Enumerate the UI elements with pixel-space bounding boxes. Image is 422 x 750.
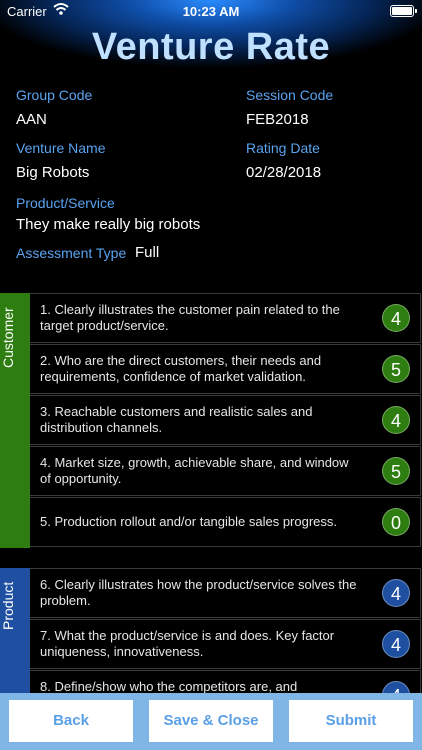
rating-date-label: Rating Date xyxy=(246,140,320,156)
criteria-text: 1. Clearly illustrates the customer pain… xyxy=(40,302,340,333)
customer-tab: Customer xyxy=(0,293,30,548)
criteria-text: 4. Market size, growth, achievable share… xyxy=(40,455,349,486)
footer-toolbar: Back Save & Close Submit xyxy=(0,693,422,750)
score-badge[interactable]: 4 xyxy=(382,630,410,658)
customer-tab-label: Customer xyxy=(0,307,16,369)
product-tab: Product xyxy=(0,568,30,693)
criteria-row-6[interactable]: 6. Clearly illustrates how the product/s… xyxy=(30,568,421,618)
product-section: Product 6. Clearly illustrates how the p… xyxy=(0,568,422,693)
score-badge[interactable]: 4 xyxy=(382,304,410,332)
group-code-label: Group Code xyxy=(16,87,93,103)
criteria-row-1[interactable]: 1. Clearly illustrates the customer pain… xyxy=(30,293,421,343)
criteria-text: 3. Reachable customers and realistic sal… xyxy=(40,404,313,435)
product-service-label: Product/Service xyxy=(16,195,115,211)
customer-section: Customer 1. Clearly illustrates the cust… xyxy=(0,293,422,548)
session-code-label: Session Code xyxy=(246,87,334,103)
criteria-text: 8. Define/show who the competitors are, … xyxy=(40,679,298,693)
product-tab-label: Product xyxy=(0,581,16,631)
criteria-text: 7. What the product/service is and does.… xyxy=(40,628,335,659)
rating-date-value: 02/28/2018 xyxy=(246,164,322,181)
criteria-row-5[interactable]: 5. Production rollout and/or tangible sa… xyxy=(30,497,421,547)
score-badge[interactable]: 0 xyxy=(382,508,410,536)
score-badge[interactable]: 4 xyxy=(382,406,410,434)
app-title: Venture Rate xyxy=(91,26,331,68)
score-badge[interactable]: 4 xyxy=(382,681,410,693)
status-bar: Carrier 10:23 AM xyxy=(0,0,422,22)
criteria-text: 6. Clearly illustrates how the product/s… xyxy=(40,577,357,608)
score-badge[interactable]: 5 xyxy=(382,355,410,383)
criteria-row-2[interactable]: 2. Who are the direct customers, their n… xyxy=(30,344,421,394)
back-button[interactable]: Back xyxy=(9,700,133,742)
venture-name-value: Big Robots xyxy=(16,164,90,181)
venture-name-label: Venture Name xyxy=(16,140,106,156)
status-time: 10:23 AM xyxy=(182,4,240,19)
criteria-row-8[interactable]: 8. Define/show who the competitors are, … xyxy=(30,670,421,693)
criteria-row-3[interactable]: 3. Reachable customers and realistic sal… xyxy=(30,395,421,445)
score-badge[interactable]: 4 xyxy=(382,579,410,607)
criteria-row-4[interactable]: 4. Market size, growth, achievable share… xyxy=(30,446,421,496)
product-service-value: They make really big robots xyxy=(16,216,201,233)
criteria-text: 2. Who are the direct customers, their n… xyxy=(40,353,322,384)
criteria-row-7[interactable]: 7. What the product/service is and does.… xyxy=(30,619,421,669)
assessment-type-value: Full xyxy=(135,244,160,261)
criteria-text: 5. Production rollout and/or tangible sa… xyxy=(40,514,338,529)
session-code-value: FEB2018 xyxy=(246,111,309,128)
save-close-button[interactable]: Save & Close xyxy=(149,700,273,742)
submit-button[interactable]: Submit xyxy=(289,700,413,742)
battery-icon xyxy=(390,5,417,17)
assessment-type-label: Assessment Type xyxy=(16,245,127,261)
score-badge[interactable]: 5 xyxy=(382,457,410,485)
group-code-value: AAN xyxy=(16,111,47,128)
